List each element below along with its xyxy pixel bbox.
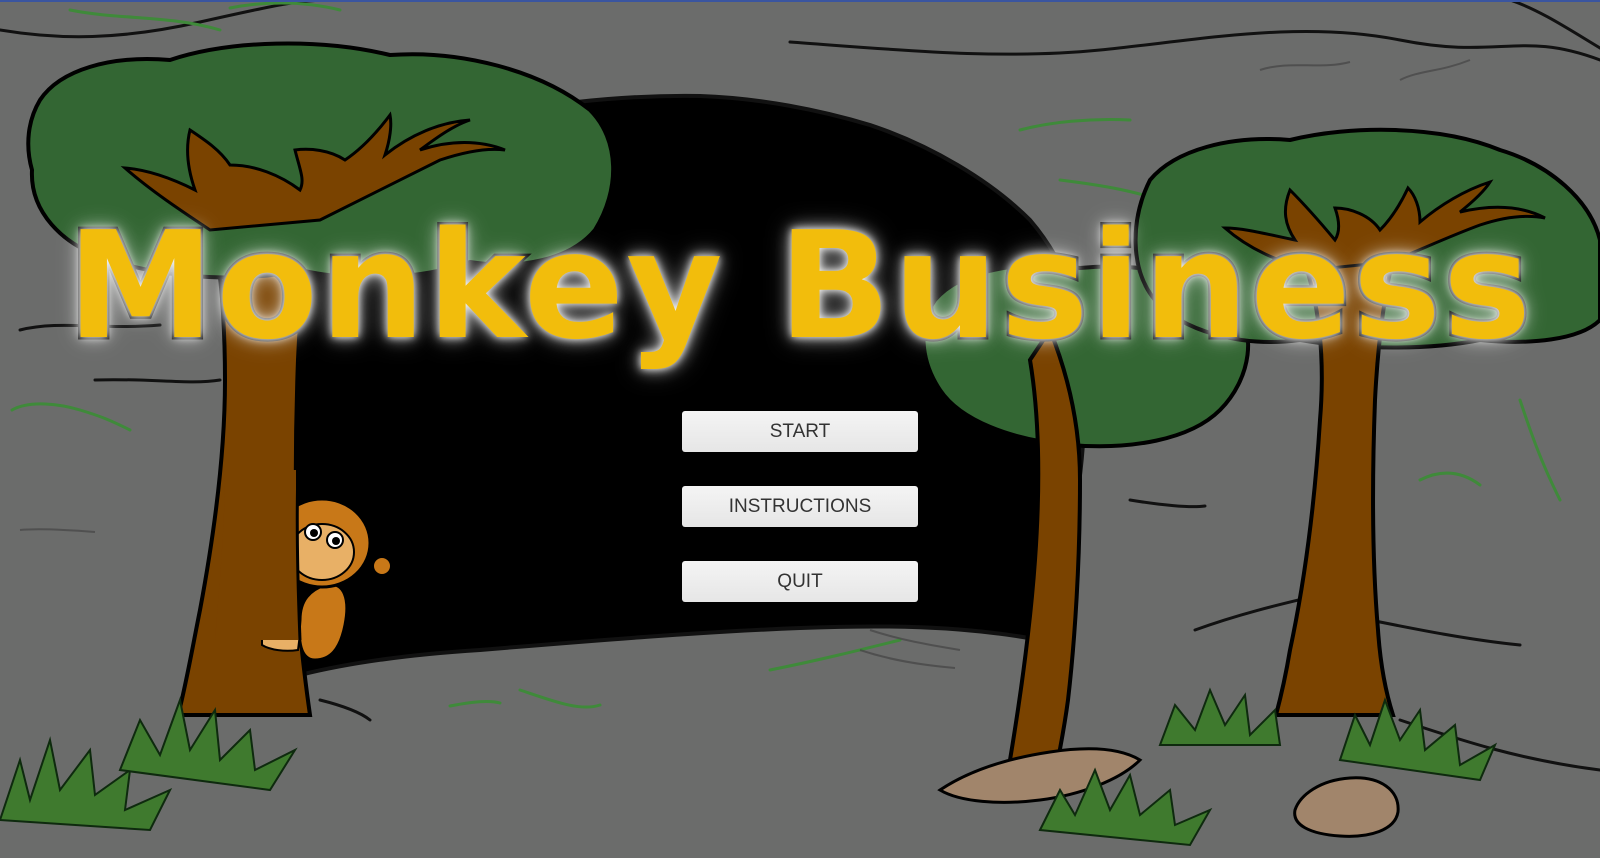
quit-button[interactable]: QUIT xyxy=(682,561,918,602)
start-button[interactable]: START xyxy=(682,411,918,452)
main-menu-screen: Monkey Business START INSTRUCTIONS QUIT xyxy=(0,0,1600,858)
main-menu: START INSTRUCTIONS QUIT xyxy=(682,411,918,636)
instructions-button[interactable]: INSTRUCTIONS xyxy=(682,486,918,527)
game-title: Monkey Business xyxy=(64,200,1534,372)
window-top-border xyxy=(0,0,1600,2)
